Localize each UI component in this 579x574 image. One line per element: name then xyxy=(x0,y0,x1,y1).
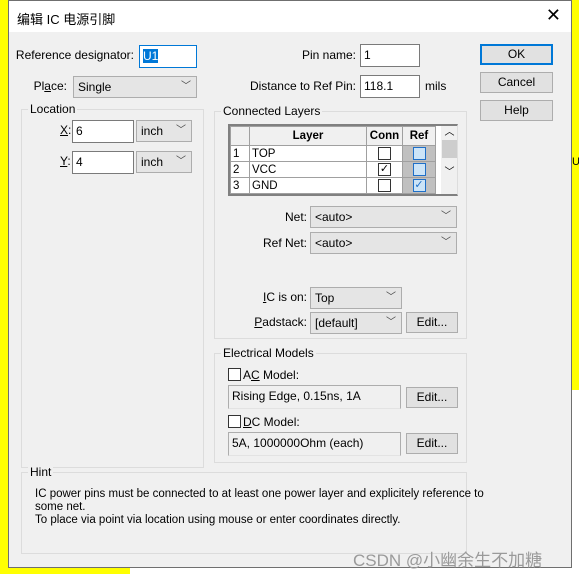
place-select[interactable]: Single ﹀ xyxy=(73,76,197,98)
reference-value: U1 xyxy=(143,49,159,63)
background-strip xyxy=(571,0,579,390)
place-label: Place: xyxy=(33,79,67,93)
ok-button[interactable]: OK xyxy=(480,44,553,65)
reference-designator-label: Reference designator: xyxy=(15,48,134,62)
layers-table: Layer Conn Ref 1 TOP 2 VCC ✓ 3 GND ✓ ︿ ﹀ xyxy=(228,124,458,196)
y-label: Y: xyxy=(60,154,71,168)
connected-layers-title: Connected Layers xyxy=(221,104,323,118)
location-title: Location xyxy=(28,102,78,116)
dc-model-field: 5A, 1000000Ohm (each) xyxy=(228,432,401,456)
edit-ic-power-pin-dialog: 编辑 IC 电源引脚 ✕ Reference designator: U1 Pl… xyxy=(8,0,572,570)
table-row xyxy=(230,193,436,194)
chevron-down-icon: ﹀ xyxy=(181,81,191,92)
scroll-up-icon: ︿ xyxy=(444,127,455,138)
dc-model-label: DC Model: xyxy=(243,415,300,429)
distance-unit: mils xyxy=(425,79,447,93)
dc-model-checkbox[interactable] xyxy=(228,415,241,428)
table-row: 3 GND ✓ xyxy=(230,177,436,194)
padstack-select[interactable]: [default] ﹀ xyxy=(310,312,402,334)
distance-input[interactable]: 118.1 xyxy=(360,75,420,98)
table-row: 2 VCC ✓ xyxy=(230,161,436,178)
background-text: U xyxy=(572,156,579,168)
ac-model-edit-button[interactable]: Edit... xyxy=(406,387,458,408)
net-label: Net: xyxy=(284,210,307,224)
ic-is-on-label: IC is on: xyxy=(262,290,307,304)
x-unit-select[interactable]: inch ﹀ xyxy=(136,120,192,142)
chevron-down-icon: ﹀ xyxy=(176,125,186,136)
electrical-models-title: Electrical Models xyxy=(221,346,316,360)
table-header: Layer Conn Ref xyxy=(230,126,436,146)
hint-title: Hint xyxy=(28,465,54,479)
chevron-down-icon: ﹀ xyxy=(441,237,451,248)
pin-name-label: Pin name: xyxy=(301,48,356,62)
conn-checkbox[interactable] xyxy=(378,179,391,192)
ac-model-field: Rising Edge, 0.15ns, 1A xyxy=(228,385,401,409)
conn-checkbox[interactable]: ✓ xyxy=(378,163,391,176)
reference-designator-input[interactable]: U1 xyxy=(139,45,197,68)
hint-text: IC power pins must be connected to at le… xyxy=(35,488,484,526)
y-unit-select[interactable]: inch ﹀ xyxy=(136,151,192,173)
ref-net-label: Ref Net: xyxy=(262,236,307,250)
ref-checkbox[interactable] xyxy=(412,147,426,160)
background-strip xyxy=(0,0,8,574)
dc-model-edit-button[interactable]: Edit... xyxy=(406,433,458,454)
cancel-button[interactable]: Cancel xyxy=(480,72,553,93)
ref-checkbox[interactable] xyxy=(412,163,426,176)
scroll-down-icon: ﹀ xyxy=(444,167,455,178)
help-button[interactable]: Help xyxy=(480,100,553,121)
chevron-down-icon: ﹀ xyxy=(386,292,396,303)
padstack-label: Padstack: xyxy=(254,315,307,329)
padstack-edit-button[interactable]: Edit... xyxy=(406,312,458,333)
pin-name-input[interactable]: 1 xyxy=(360,44,420,67)
ref-checkbox[interactable]: ✓ xyxy=(412,179,426,192)
chevron-down-icon: ﹀ xyxy=(386,317,396,328)
title-bar: 编辑 IC 电源引脚 ✕ xyxy=(9,1,571,32)
table-row: 1 TOP xyxy=(230,145,436,162)
x-label: X: xyxy=(60,123,72,137)
conn-checkbox[interactable] xyxy=(378,147,391,160)
ref-net-select[interactable]: <auto> ﹀ xyxy=(310,232,457,254)
y-input[interactable]: 4 xyxy=(72,151,134,174)
close-icon[interactable]: ✕ xyxy=(546,5,561,26)
watermark: CSDN @小幽余生不加糖 xyxy=(353,551,543,570)
column-ref[interactable]: Ref xyxy=(402,126,436,146)
distance-label: Distance to Ref Pin: xyxy=(249,79,356,93)
column-conn[interactable]: Conn xyxy=(366,126,403,146)
ac-model-checkbox[interactable] xyxy=(228,368,241,381)
chevron-down-icon: ﹀ xyxy=(176,156,186,167)
table-scrollbar[interactable]: ︿ ﹀ xyxy=(441,126,457,194)
ic-is-on-select[interactable]: Top ﹀ xyxy=(310,287,402,309)
x-input[interactable]: 6 xyxy=(72,120,134,143)
ac-model-label: AC Model: xyxy=(243,368,300,382)
column-layer[interactable]: Layer xyxy=(249,126,367,146)
dialog-title: 编辑 IC 电源引脚 xyxy=(17,12,116,27)
net-select[interactable]: <auto> ﹀ xyxy=(310,206,457,228)
chevron-down-icon: ﹀ xyxy=(441,211,451,222)
